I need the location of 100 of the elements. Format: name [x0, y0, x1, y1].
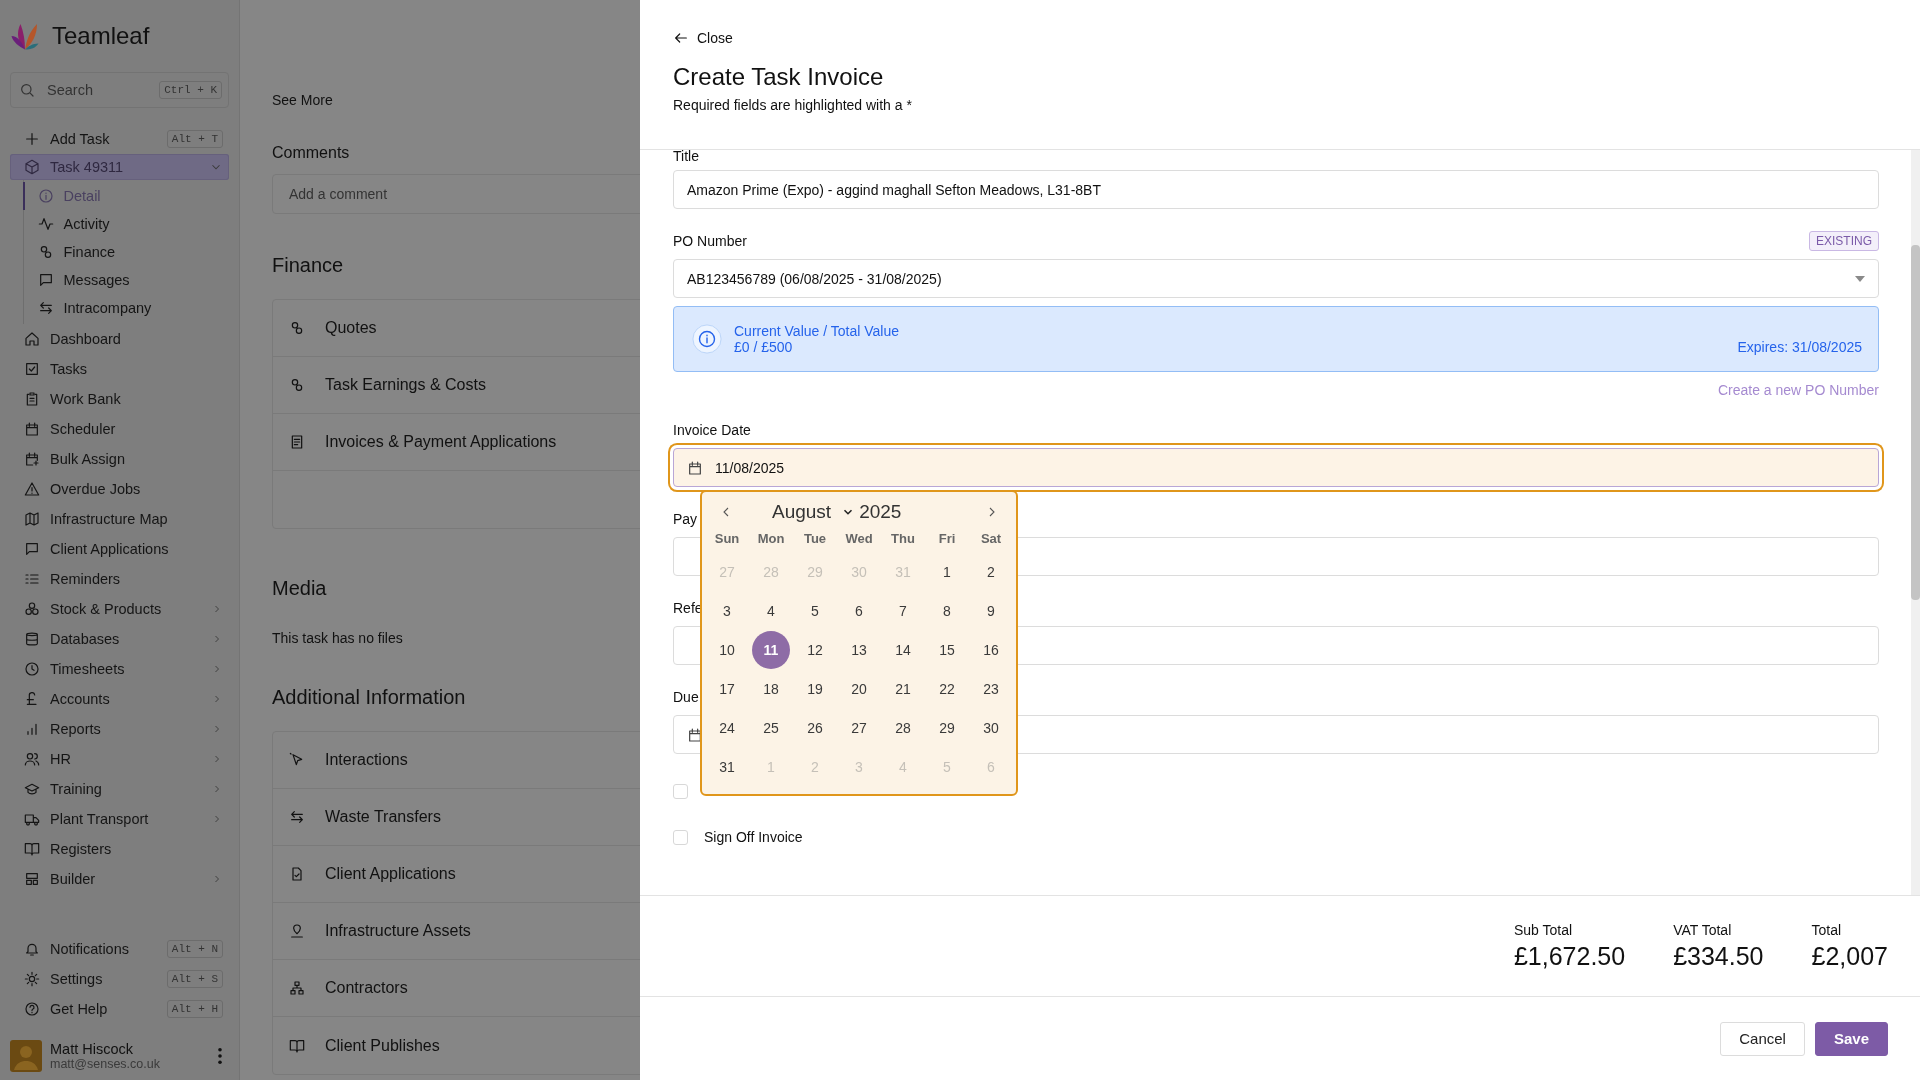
nav-item[interactable]: Get Help Alt + H [10, 994, 229, 1024]
day-button[interactable]: 10 [708, 631, 746, 669]
po-select[interactable]: AB123456789 (06/08/2025 - 31/08/2025) [673, 259, 1879, 298]
day-button[interactable]: 14 [884, 631, 922, 669]
day-button[interactable]: 27 [840, 709, 878, 747]
close-button[interactable]: Close [673, 30, 733, 46]
add-task-button[interactable]: Add Task Alt + T [10, 124, 229, 154]
nav-item[interactable]: Bulk Assign [10, 444, 229, 474]
nav-item[interactable]: Tasks [10, 354, 229, 384]
scrollbar[interactable] [1911, 150, 1920, 895]
day-button[interactable]: 17 [708, 670, 746, 708]
day-button[interactable]: 2 [972, 553, 1010, 591]
nav-item[interactable]: Dashboard [10, 324, 229, 354]
clipboard-icon [24, 391, 40, 407]
task-item[interactable]: Task 49311 [10, 154, 229, 180]
day-button[interactable]: 3 [708, 592, 746, 630]
nav-item[interactable]: Reports [10, 714, 229, 744]
field-label: PO Number [673, 232, 747, 251]
day-button[interactable]: 25 [752, 709, 790, 747]
search-field[interactable]: Search Ctrl + K [10, 72, 229, 108]
shortcut-key: Alt + S [166, 970, 223, 988]
nav-item[interactable]: HR [10, 744, 229, 774]
shortcut-key: Alt + T [166, 130, 223, 148]
nav-item[interactable]: Plant Transport [10, 804, 229, 834]
weekday-label: Sun [713, 530, 741, 548]
day-button[interactable]: 11 [752, 631, 790, 669]
day-button[interactable]: 7 [884, 592, 922, 630]
day-button[interactable]: 5 [796, 592, 834, 630]
nav-item[interactable]: Overdue Jobs [10, 474, 229, 504]
status-badge: EXISTING [1809, 231, 1879, 251]
calendar-icon [687, 459, 703, 476]
nav-item[interactable]: Scheduler [10, 414, 229, 444]
title-input[interactable]: Amazon Prime (Expo) - aggind maghall Sefton Meadows, L31-8BT [673, 170, 1879, 209]
weekday-label: Wed [844, 530, 874, 548]
year-field[interactable]: 2025 [859, 501, 984, 523]
drawer-title: Create Task Invoice [673, 63, 884, 91]
total-value: £1,672.50 [1513, 941, 1626, 971]
clock-icon [24, 661, 40, 677]
day-button[interactable]: 18 [752, 670, 790, 708]
day-button[interactable]: 26 [796, 709, 834, 747]
nav-item[interactable]: Work Bank [10, 384, 229, 414]
day-button[interactable]: 21 [884, 670, 922, 708]
sub-nav-item[interactable]: Intracompany [22, 294, 229, 322]
user-name: Matt Hiscock [50, 1041, 134, 1057]
day-button[interactable]: 12 [796, 631, 834, 669]
checkbox[interactable] [673, 783, 688, 799]
day-button[interactable]: 28 [884, 709, 922, 747]
nav-item[interactable]: Infrastructure Map [10, 504, 229, 534]
cancel-button[interactable]: Cancel [1720, 1021, 1805, 1056]
day-button[interactable]: 13 [840, 631, 878, 669]
sub-nav-item[interactable]: Messages [22, 266, 229, 294]
checkbox[interactable] [673, 829, 688, 845]
nav-item[interactable]: Accounts [10, 684, 229, 714]
month-select[interactable]: August [772, 501, 856, 523]
nav-item[interactable]: Builder [10, 864, 229, 894]
nav-item[interactable]: Databases [10, 624, 229, 654]
day-button[interactable]: 23 [972, 670, 1010, 708]
see-more-link[interactable]: See More [272, 92, 640, 108]
nav-item[interactable]: Settings Alt + S [10, 964, 229, 994]
value-amount: £0 / £500 [734, 339, 794, 355]
list-icon [24, 571, 40, 587]
day-button[interactable]: 24 [708, 709, 746, 747]
create-po-link[interactable]: Create a new PO Number [1717, 382, 1879, 398]
nav-item[interactable]: Client Applications [10, 534, 229, 564]
graduation-cap-icon [24, 781, 40, 797]
nav-item[interactable]: Registers [10, 834, 229, 864]
info-heading: Current Value / Total Value [734, 323, 900, 339]
nav-item[interactable]: Reminders [10, 564, 229, 594]
total-label: Sub Total [1513, 921, 1574, 938]
chat-icon [37, 272, 54, 288]
checkbox-icon [24, 361, 40, 377]
nav-item[interactable]: Timesheets [10, 654, 229, 684]
day-button[interactable]: 20 [840, 670, 878, 708]
arrows-icon [37, 300, 54, 316]
nav-item[interactable]: Notifications Alt + N [10, 934, 229, 964]
day-button[interactable]: 16 [972, 631, 1010, 669]
list-row[interactable]: Client Publishes [273, 1017, 640, 1074]
total-label: Total [1811, 921, 1843, 938]
day-button[interactable]: 1 [928, 553, 966, 591]
user-email: matt@senses.co.uk [50, 1057, 161, 1071]
save-button[interactable]: Save [1814, 1021, 1888, 1056]
day-button[interactable]: 15 [928, 631, 966, 669]
weekday-label: Thu [890, 530, 916, 548]
nav-item[interactable]: Stock & Products [10, 594, 229, 624]
day-button[interactable]: 19 [796, 670, 834, 708]
more-icon[interactable] [217, 1047, 223, 1065]
nav-item[interactable]: Training [10, 774, 229, 804]
day-button[interactable]: 30 [972, 709, 1010, 747]
day-button[interactable]: 8 [928, 592, 966, 630]
calendar-icon [24, 421, 40, 437]
day-button[interactable]: 6 [840, 592, 878, 630]
day-button[interactable]: 29 [928, 709, 966, 747]
day-button[interactable]: 31 [708, 748, 746, 786]
sub-nav-item[interactable]: Finance [22, 238, 229, 266]
book-icon [24, 841, 40, 857]
comment-field[interactable]: Add a comment [272, 174, 640, 214]
day-button[interactable]: 9 [972, 592, 1010, 630]
day-button[interactable]: 4 [752, 592, 790, 630]
day-button[interactable]: 22 [928, 670, 966, 708]
sub-nav-item[interactable]: Activity [22, 210, 229, 238]
